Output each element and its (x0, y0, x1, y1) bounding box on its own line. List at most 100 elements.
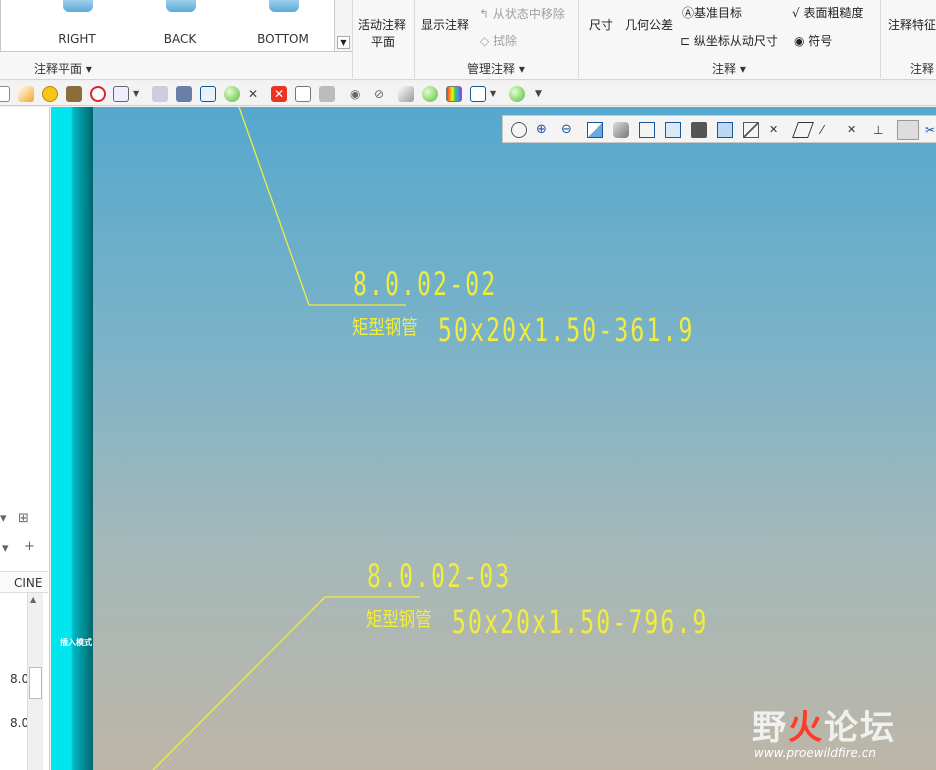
datum-target-icon: Ⓐ (682, 6, 695, 20)
gallery-more-button[interactable]: ▼ (337, 36, 350, 49)
remove-icon: ↰ (479, 7, 493, 21)
note-2-id[interactable]: 8.0.02-03 (367, 557, 511, 595)
button-label: 纵坐标从动尺寸 (693, 34, 778, 48)
printer-icon[interactable] (176, 86, 192, 102)
button-label: 符号 (808, 34, 833, 48)
note-1-id[interactable]: 8.0.02-02 (353, 265, 497, 303)
color-palette-icon[interactable] (446, 86, 462, 102)
note-1-description[interactable]: 矩型钢管 50x20x1.50-361.9 (352, 311, 794, 349)
zoom-fit-icon[interactable] (511, 122, 527, 138)
delete-icon[interactable]: ✕ (271, 86, 287, 102)
show-annotation-button[interactable]: 显示注释 (421, 16, 469, 33)
box-view-icon[interactable] (470, 86, 486, 102)
chevron-down-icon[interactable]: ▼ (133, 86, 149, 102)
note-2-description[interactable]: 矩型钢管 50x20x1.50-796.9 (366, 603, 808, 641)
group-features[interactable]: 注释 (910, 60, 934, 77)
group-annotations[interactable]: 注释 ▾ (712, 60, 746, 77)
datum-axis-icon[interactable]: ⁄ (821, 122, 837, 138)
note-1-dims: 50x20x1.50-361.9 (438, 311, 695, 349)
chevron-down-icon: ▾ (518, 62, 525, 76)
document-icon[interactable] (295, 86, 311, 102)
display-style-icon[interactable] (639, 122, 655, 138)
plane-display-icon[interactable] (743, 122, 759, 138)
symbol-button[interactable]: ◉ 符号 (794, 32, 832, 49)
remove-from-state-button[interactable]: ↰ 从状态中移除 (479, 5, 565, 22)
datum-plane-icon[interactable] (792, 122, 814, 138)
geometric-tolerance-button[interactable]: 几何公差 (625, 16, 673, 33)
view-label: BACK (163, 32, 197, 46)
scroll-up-icon[interactable]: ▲ (30, 595, 36, 604)
repaint-icon[interactable] (613, 122, 629, 138)
overflow-chevron-icon[interactable]: ▼ (535, 86, 551, 102)
layout-icon[interactable] (113, 86, 129, 102)
view-back[interactable]: BACK (130, 0, 230, 52)
hide-icon[interactable]: ⊘ (374, 86, 390, 102)
add-icon[interactable]: + (24, 539, 35, 554)
gear-icon[interactable] (152, 86, 168, 102)
tree-scrollbar[interactable]: ▲ (27, 593, 43, 770)
button-label: 从状态中移除 (492, 7, 565, 21)
leader-line-2 (152, 596, 326, 770)
spin-center-icon[interactable]: ✂ (925, 122, 936, 138)
view-right[interactable]: RIGHT (27, 0, 127, 52)
point-display-icon[interactable]: ✕ (847, 122, 863, 138)
gallery-scrollbar[interactable]: ▼ (334, 0, 352, 51)
sphere-icon[interactable] (509, 86, 525, 102)
surface-finish-button[interactable]: √ 表面粗糙度 (792, 4, 863, 21)
scrollbar-thumb[interactable] (29, 667, 42, 699)
network-icon[interactable] (319, 86, 335, 102)
view-cube-icon (63, 0, 93, 12)
leader-line-1 (238, 107, 310, 306)
sphere-icon[interactable] (422, 86, 438, 102)
view-bottom[interactable]: BOTTOM (233, 0, 333, 52)
zoom-out-icon[interactable]: ⊖ (561, 122, 577, 138)
active-annotation-plane-button[interactable]: 活动注释 (358, 16, 406, 33)
ordinate-dimension-button[interactable]: ⊏ 纵坐标从动尺寸 (680, 32, 778, 49)
tree-filter-icon[interactable]: ⊞ (18, 511, 29, 526)
watermark-logo: 野火论坛 (752, 700, 896, 749)
note-2-name: 矩型钢管 (366, 607, 432, 631)
group-manage-annotation[interactable]: 管理注释 ▾ (467, 60, 525, 77)
mode-strip (51, 107, 93, 770)
button-label: 平面 (371, 35, 396, 49)
button-label: 活动注释 (358, 18, 407, 32)
settings-dropdown-icon[interactable]: ▾ (0, 511, 7, 526)
annotation-feature-button[interactable]: 注释特征 (888, 16, 936, 33)
part-icon[interactable] (66, 86, 82, 102)
chevron-down-icon[interactable]: ▾ (2, 541, 9, 556)
view-label: RIGHT (58, 32, 96, 46)
chevron-down-icon: ▾ (739, 62, 746, 76)
csys-display-icon[interactable]: ⊥ (873, 122, 889, 138)
close-icon[interactable]: ✕ (248, 86, 264, 102)
pencil-icon[interactable] (18, 86, 34, 102)
datum-target-button[interactable]: Ⓐ基准目标 (682, 4, 742, 21)
camera-icon[interactable] (691, 122, 707, 138)
eye-icon[interactable]: ◉ (350, 86, 366, 102)
watermark: 野火论坛 www.proewildfire.cn (752, 700, 922, 770)
sphere-icon[interactable] (224, 86, 240, 102)
erase-button[interactable]: ◇ 拭除 (480, 32, 517, 49)
surface-finish-icon: √ (792, 6, 804, 20)
group-label-text: 注释 (910, 62, 935, 76)
annotation-display-icon[interactable] (897, 120, 919, 140)
saved-views-icon[interactable] (665, 122, 681, 138)
model-tree-panel: ▾ ⊞ ▾ + CINE 8.0 8.0 ▲ (0, 107, 50, 770)
refit-icon[interactable] (587, 122, 603, 138)
active-annotation-plane-button-line2[interactable]: 平面 (371, 33, 395, 50)
smiley-icon[interactable] (42, 86, 58, 102)
dimension-button[interactable]: 尺寸 (589, 16, 613, 33)
view-cube-icon (269, 0, 299, 12)
button-label: 表面粗糙度 (803, 6, 864, 20)
graphics-viewport[interactable]: 8.0.02-02 矩型钢管 50x20x1.50-361.9 8.0.02-03… (93, 107, 936, 770)
chevron-down-icon[interactable]: ▼ (490, 86, 506, 102)
zoom-in-icon[interactable]: ⊕ (536, 122, 552, 138)
ruler-icon[interactable] (398, 86, 414, 102)
group-annotation-plane[interactable]: 注释平面 ▾ (34, 60, 92, 77)
tree-column-header[interactable]: CINE (0, 571, 48, 593)
check-icon[interactable] (200, 86, 216, 102)
section-icon[interactable] (717, 122, 733, 138)
axis-display-icon[interactable]: ✕ (769, 122, 785, 138)
chevron-down-icon: ▾ (85, 62, 92, 76)
target-icon[interactable] (90, 86, 106, 102)
text-icon[interactable] (0, 86, 10, 102)
